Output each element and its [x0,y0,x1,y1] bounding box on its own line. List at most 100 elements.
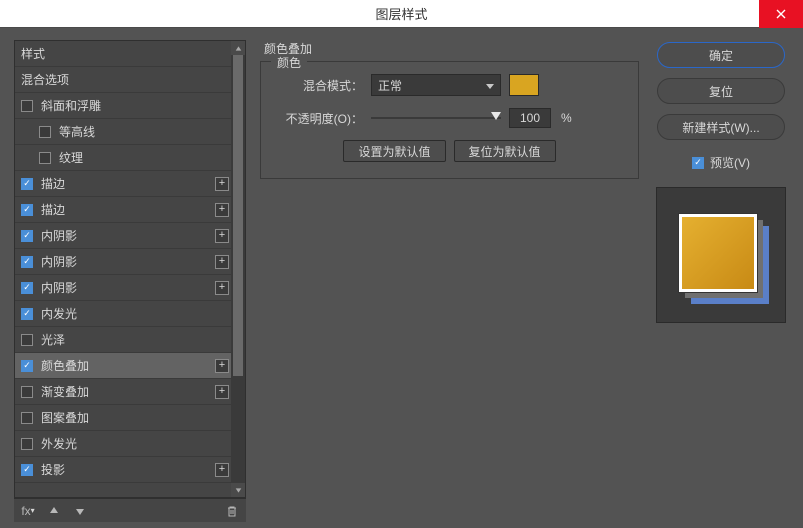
default-buttons-row: 设置为默认值 复位为默认值 [277,140,622,162]
style-item[interactable]: 颜色叠加 [15,353,245,379]
style-item-label: 光泽 [41,331,239,348]
add-effect-icon[interactable] [215,463,229,477]
checkbox-icon[interactable] [21,360,33,372]
preview-label: 预览(V) [710,154,750,171]
style-item[interactable]: 内阴影 [15,223,245,249]
checkbox-icon[interactable] [21,386,33,398]
center-panel: 颜色叠加 颜色 混合模式： 正常 不透明度(O)： 100 % [256,40,643,522]
style-item[interactable]: 渐变叠加 [15,379,245,405]
make-default-button[interactable]: 设置为默认值 [343,140,445,162]
slider-line [371,117,501,119]
scroll-up-button[interactable] [231,41,245,55]
style-item[interactable]: 内阴影 [15,249,245,275]
checkbox-icon[interactable] [21,308,33,320]
checkbox-icon[interactable] [21,100,33,112]
slider-thumb[interactable] [491,112,501,120]
checkbox-icon[interactable] [21,178,33,190]
fx-icon[interactable]: fx▾ [20,503,36,519]
style-item-label: 描边 [41,201,215,218]
add-effect-icon[interactable] [215,177,229,191]
style-item-label: 外发光 [41,435,239,452]
styles-header-label: 样式 [21,45,239,62]
style-item-label: 投影 [41,461,215,478]
fieldset-legend: 颜色 [271,54,307,71]
style-item[interactable]: 内发光 [15,301,245,327]
style-item[interactable]: 纹理 [15,145,245,171]
trash-icon[interactable] [224,503,240,519]
color-swatch[interactable] [509,74,539,96]
style-item[interactable]: 等高线 [15,119,245,145]
style-item-label: 斜面和浮雕 [41,97,239,114]
blending-options-label: 混合选项 [21,71,239,88]
style-item[interactable]: 图案叠加 [15,405,245,431]
opacity-label: 不透明度(O)： [277,110,363,127]
style-item-label: 内发光 [41,305,239,322]
style-item-label: 内阴影 [41,253,215,270]
reset-default-button[interactable]: 复位为默认值 [454,140,556,162]
add-effect-icon[interactable] [215,203,229,217]
add-effect-icon[interactable] [215,385,229,399]
title-bar: 图层样式 [0,0,803,28]
styles-header[interactable]: 样式 [15,41,245,67]
window-title: 图层样式 [0,4,803,23]
style-item[interactable]: 光泽 [15,327,245,353]
checkbox-icon[interactable] [21,334,33,346]
checkbox-icon[interactable] [21,438,33,450]
move-down-icon[interactable] [72,503,88,519]
checkbox-icon[interactable] [21,204,33,216]
styles-list: 样式 混合选项 斜面和浮雕等高线纹理描边描边内阴影内阴影内阴影内发光光泽颜色叠加… [14,40,246,498]
scroll-thumb[interactable] [233,55,243,376]
blend-mode-select[interactable]: 正常 [371,74,501,96]
checkbox-icon[interactable] [39,126,51,138]
right-panel: 确定 复位 新建样式(W)... 预览(V) [653,40,789,522]
blending-options[interactable]: 混合选项 [15,67,245,93]
opacity-slider[interactable] [371,111,501,125]
close-button[interactable] [759,0,803,28]
scroll-down-button[interactable] [231,483,245,497]
opacity-input[interactable]: 100 [509,108,551,128]
checkbox-icon [692,157,704,169]
checkbox-icon[interactable] [21,256,33,268]
blend-mode-value: 正常 [378,77,402,94]
blend-mode-row: 混合模式： 正常 [277,74,622,96]
section-title: 颜色叠加 [264,40,639,57]
checkbox-icon[interactable] [21,412,33,424]
style-item-label: 颜色叠加 [41,357,215,374]
style-item-label: 等高线 [59,123,239,140]
checkbox-icon[interactable] [21,230,33,242]
preview-checkbox[interactable]: 预览(V) [692,154,750,171]
style-item-label: 内阴影 [41,227,215,244]
chevron-down-icon [486,78,494,92]
style-item-label: 纹理 [59,149,239,166]
checkbox-icon[interactable] [21,282,33,294]
main-area: 样式 混合选项 斜面和浮雕等高线纹理描边描边内阴影内阴影内阴影内发光光泽颜色叠加… [0,28,803,528]
add-effect-icon[interactable] [215,359,229,373]
opacity-unit: % [561,111,572,125]
scroll-track[interactable] [231,55,245,483]
add-effect-icon[interactable] [215,255,229,269]
style-item-label: 描边 [41,175,215,192]
style-item[interactable]: 外发光 [15,431,245,457]
style-item[interactable]: 内阴影 [15,275,245,301]
style-item[interactable]: 描边 [15,197,245,223]
opacity-value: 100 [520,111,540,125]
new-style-button[interactable]: 新建样式(W)... [657,114,785,140]
style-item[interactable]: 描边 [15,171,245,197]
checkbox-icon[interactable] [39,152,51,164]
style-item-label: 图案叠加 [41,409,239,426]
move-up-icon[interactable] [46,503,62,519]
style-item-label: 渐变叠加 [41,383,215,400]
style-item[interactable]: 斜面和浮雕 [15,93,245,119]
style-item[interactable]: 投影 [15,457,245,483]
styles-toolbar: fx▾ [14,498,246,522]
opacity-row: 不透明度(O)： 100 % [277,108,622,128]
add-effect-icon[interactable] [215,229,229,243]
cancel-button[interactable]: 复位 [657,78,785,104]
scrollbar[interactable] [231,41,245,497]
add-effect-icon[interactable] [215,281,229,295]
left-panel: 样式 混合选项 斜面和浮雕等高线纹理描边描边内阴影内阴影内阴影内发光光泽颜色叠加… [14,40,246,522]
checkbox-icon[interactable] [21,464,33,476]
ok-button[interactable]: 确定 [657,42,785,68]
preview-box [656,187,786,323]
preview-layer-front [679,214,757,292]
